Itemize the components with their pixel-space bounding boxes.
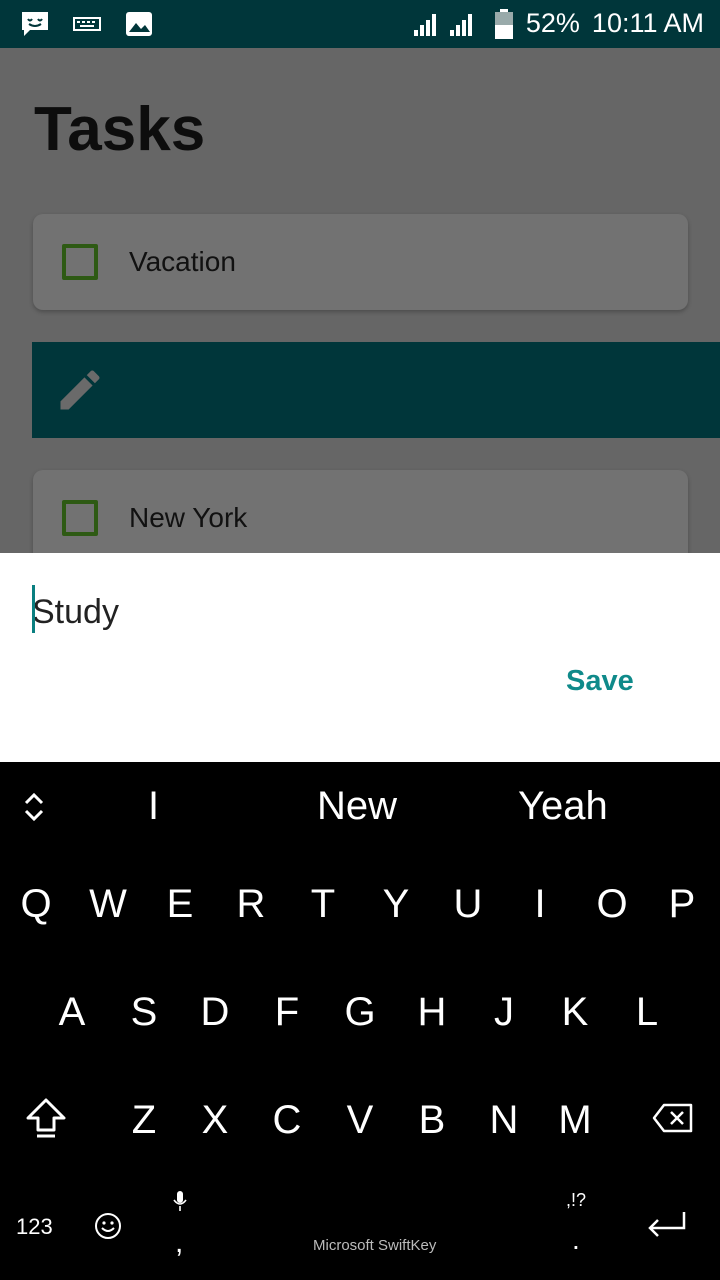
expand-toolbar-icon[interactable] bbox=[20, 790, 48, 824]
key[interactable]: B bbox=[402, 1098, 462, 1143]
key[interactable]: E bbox=[150, 882, 210, 927]
key[interactable]: O bbox=[582, 882, 642, 927]
key[interactable]: M bbox=[545, 1098, 605, 1143]
keyboard-icon bbox=[73, 17, 101, 31]
key[interactable]: R bbox=[221, 882, 281, 927]
punctuation-hint: ,!? bbox=[566, 1190, 587, 1210]
key[interactable]: Q bbox=[6, 882, 66, 927]
key[interactable]: Z bbox=[114, 1098, 174, 1143]
key[interactable]: K bbox=[545, 990, 605, 1035]
key[interactable]: N bbox=[474, 1098, 534, 1143]
suggestion[interactable]: I bbox=[148, 784, 159, 829]
key[interactable]: S bbox=[114, 990, 174, 1035]
numbers-key[interactable]: 123 bbox=[16, 1214, 53, 1240]
period-key[interactable]: . bbox=[572, 1224, 580, 1256]
clock: 10:11 AM bbox=[591, 8, 704, 38]
key[interactable]: I bbox=[510, 882, 570, 927]
shift-icon[interactable] bbox=[24, 1096, 68, 1140]
text-cursor bbox=[32, 585, 35, 633]
suggestion[interactable]: Yeah bbox=[518, 784, 608, 829]
backspace-icon[interactable] bbox=[652, 1102, 694, 1134]
battery-level: 52% bbox=[525, 8, 580, 38]
key[interactable]: U bbox=[438, 882, 498, 927]
task-name-input[interactable] bbox=[32, 587, 682, 637]
key[interactable]: C bbox=[257, 1098, 317, 1143]
save-button[interactable]: Save bbox=[566, 665, 634, 698]
task-label: Vacation bbox=[129, 246, 236, 277]
key[interactable]: T bbox=[293, 882, 353, 927]
microphone-icon bbox=[173, 1191, 187, 1211]
comma-key[interactable]: , bbox=[175, 1226, 183, 1260]
task-card[interactable]: New York bbox=[33, 470, 688, 553]
signal-icon bbox=[413, 13, 472, 36]
editing-task-row[interactable] bbox=[32, 342, 720, 438]
task-list-screen: Tasks Vacation New York bbox=[0, 48, 720, 553]
key[interactable]: X bbox=[185, 1098, 245, 1143]
pencil-icon bbox=[60, 370, 100, 410]
key[interactable]: A bbox=[42, 990, 102, 1035]
key[interactable]: H bbox=[402, 990, 462, 1035]
image-icon bbox=[126, 12, 152, 36]
page-title: Tasks bbox=[34, 95, 206, 164]
key[interactable]: V bbox=[330, 1098, 390, 1143]
key[interactable]: L bbox=[617, 990, 677, 1035]
status-bar: 52% 10:11 AM bbox=[0, 0, 720, 48]
task-card[interactable]: Vacation bbox=[33, 214, 688, 310]
suggestion[interactable]: New bbox=[317, 784, 397, 829]
key[interactable]: D bbox=[185, 990, 245, 1035]
key[interactable]: W bbox=[78, 882, 138, 927]
key[interactable]: J bbox=[474, 990, 534, 1035]
key[interactable]: G bbox=[330, 990, 390, 1035]
onscreen-keyboard: I New Yeah Q W E R T Y U I O P A S D F G… bbox=[0, 762, 720, 1280]
task-label: New York bbox=[129, 502, 248, 533]
task-checkbox[interactable] bbox=[62, 500, 98, 536]
key[interactable]: Y bbox=[366, 882, 426, 927]
task-checkbox[interactable] bbox=[62, 244, 98, 280]
space-bar[interactable]: Microsoft SwiftKey bbox=[313, 1237, 436, 1254]
message-notification-icon bbox=[22, 12, 48, 36]
key[interactable]: F bbox=[257, 990, 317, 1035]
enter-icon[interactable] bbox=[644, 1208, 688, 1242]
battery-icon bbox=[494, 8, 513, 39]
edit-task-dialog: Save bbox=[0, 553, 720, 762]
emoji-icon[interactable] bbox=[94, 1212, 122, 1240]
key[interactable]: P bbox=[652, 882, 712, 927]
